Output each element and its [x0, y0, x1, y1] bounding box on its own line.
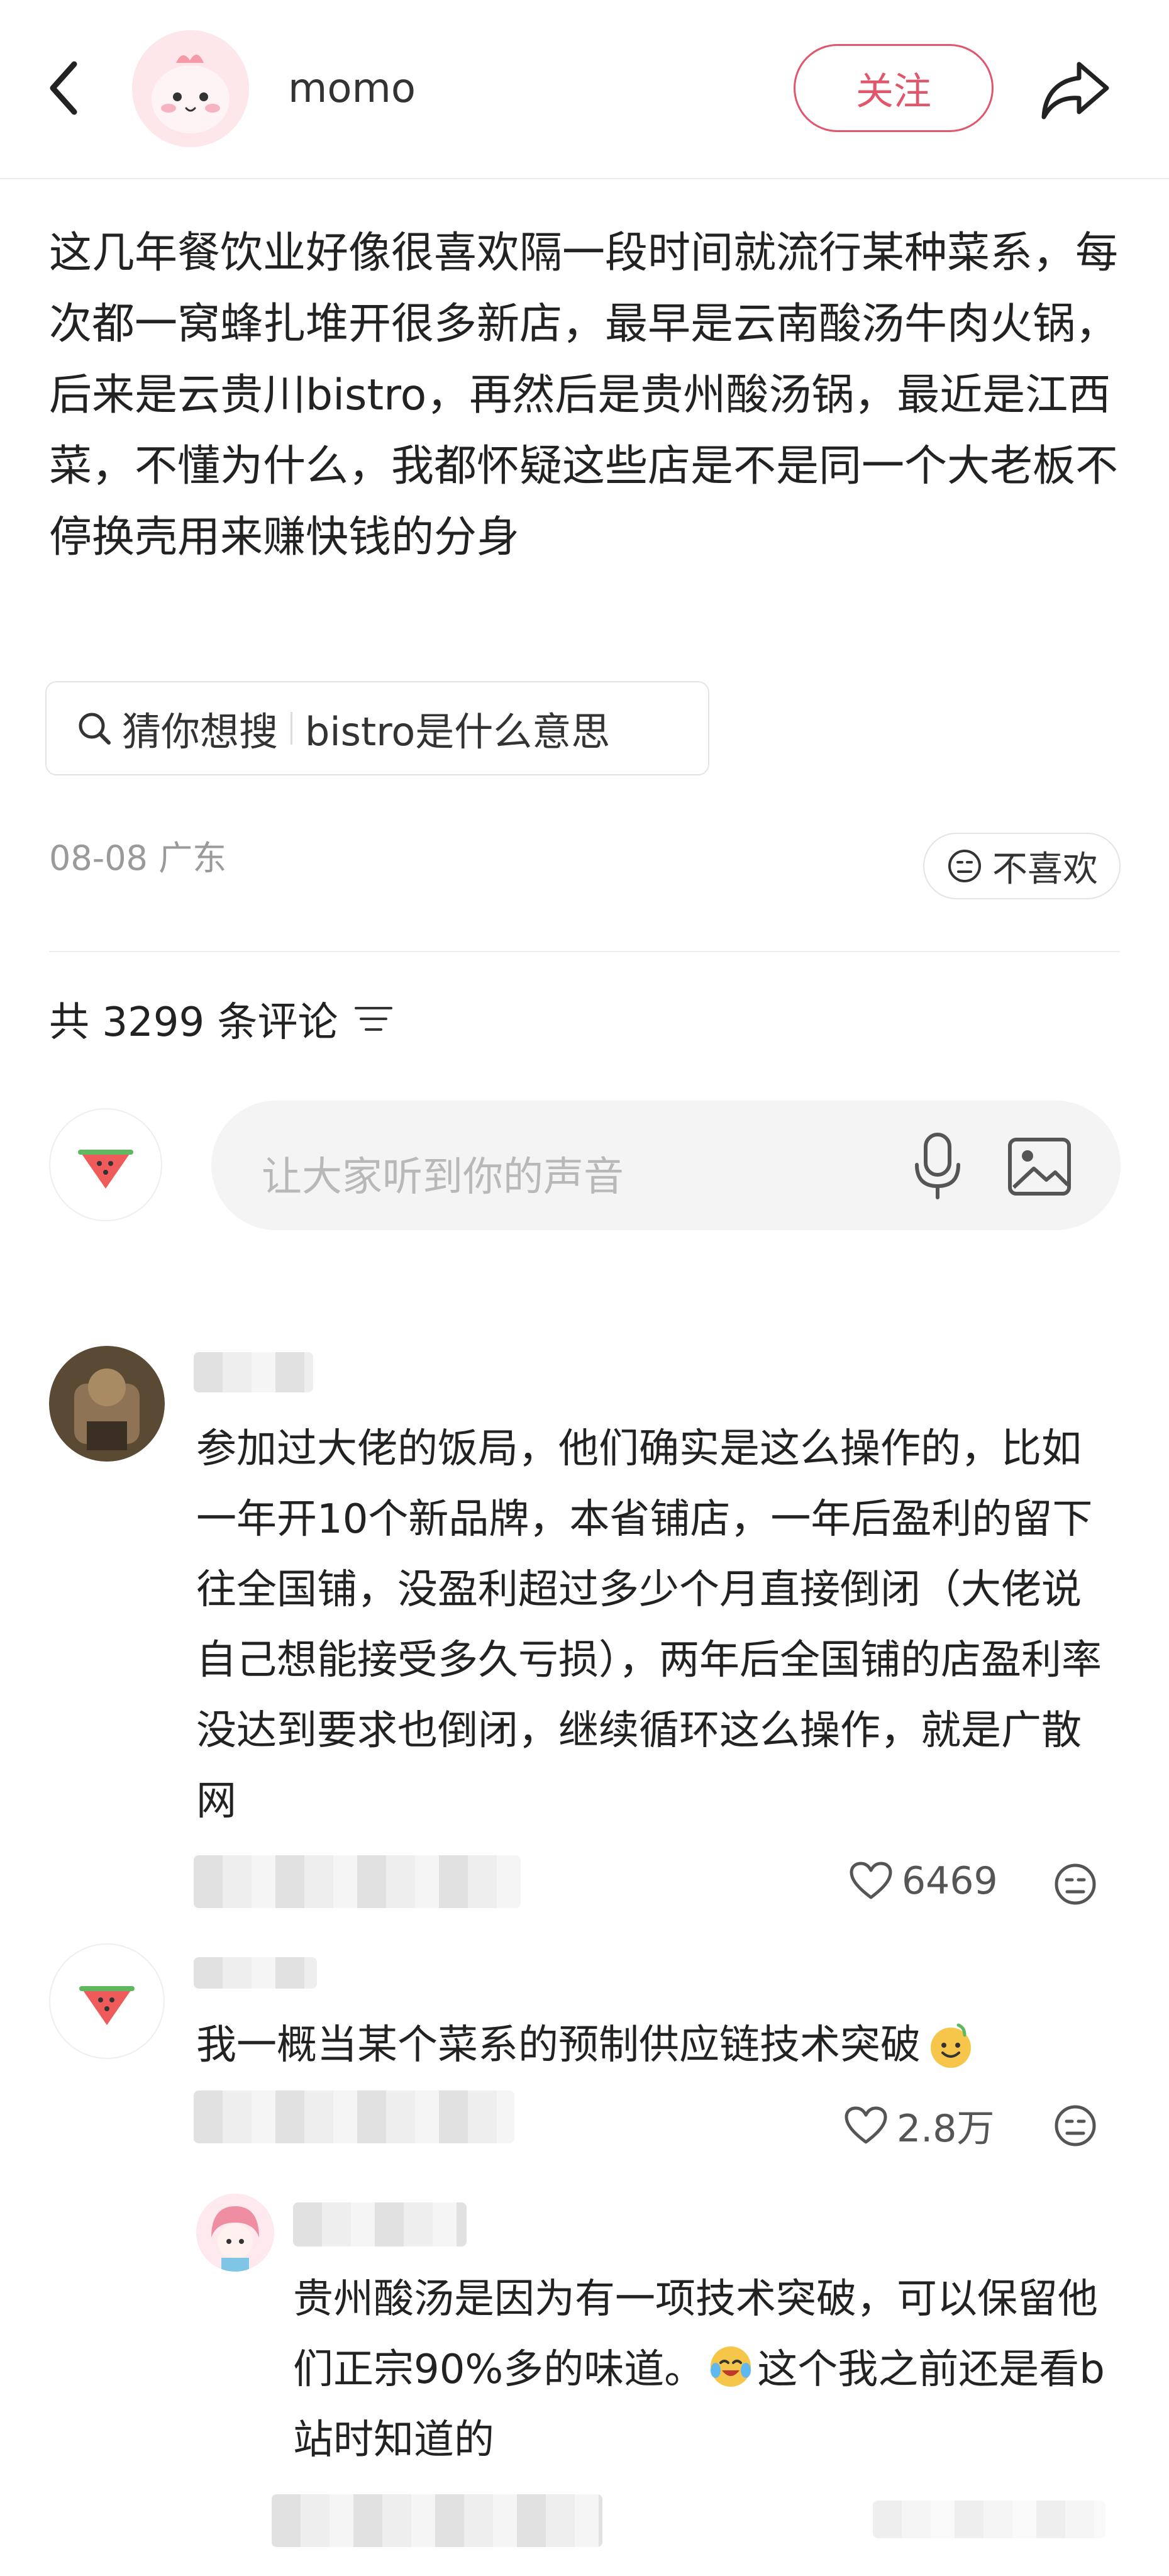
- comment-input[interactable]: 让大家听到你的声音: [211, 1101, 1121, 1230]
- smile-emoji-icon: [931, 2023, 971, 2068]
- commenter-avatar[interactable]: [49, 1346, 165, 1462]
- comment-meta-redacted: [194, 1855, 521, 1908]
- commenter-name-redacted: [194, 1352, 313, 1392]
- search-icon: [79, 713, 111, 745]
- reply-meta-redacted-right: [873, 2501, 1105, 2538]
- like-button[interactable]: 6469: [849, 1859, 998, 1903]
- like-count: 6469: [902, 1859, 998, 1903]
- share-arrow-icon: [1041, 62, 1109, 119]
- crying-laughing-emoji-icon: [711, 2346, 751, 2387]
- post-date-location: 08-08 广东: [49, 838, 227, 878]
- heart-icon: [850, 1862, 892, 1899]
- watermelon-avatar-icon: [79, 1986, 135, 2025]
- comment-count-label: 共 3299 条评论: [49, 999, 338, 1046]
- mic-icon[interactable]: [903, 1130, 972, 1202]
- sad-face-icon[interactable]: [1051, 1860, 1099, 1908]
- sad-face-icon[interactable]: [1051, 2102, 1099, 2150]
- note-detail-page: momo 关注 这几年餐饮业好像很喜欢隔一段时间就流行某种菜系，每次都一窝蜂扎堆…: [0, 0, 1169, 2576]
- top-bar: momo 关注: [0, 0, 1169, 179]
- comment-text: 我一概当某个菜系的预制供应链技术突破: [196, 2022, 921, 2068]
- comment-text: 参加过大佬的饭局，他们确实是这么操作的，比如一年开10个新品牌，本省铺店，一年后…: [196, 1426, 1102, 1824]
- back-button[interactable]: [42, 57, 92, 119]
- author-avatar[interactable]: [132, 30, 249, 147]
- commenter-name-redacted: [194, 1957, 317, 1989]
- share-button[interactable]: [1038, 55, 1113, 125]
- like-count: 2.8万: [897, 2107, 995, 2151]
- dislike-button[interactable]: 不喜欢: [923, 833, 1121, 899]
- search-prefix: 猜你想搜: [122, 709, 279, 755]
- my-avatar[interactable]: [49, 1108, 162, 1221]
- watermelon-avatar-icon: [78, 1150, 133, 1189]
- heart-icon: [845, 2106, 887, 2143]
- sad-face-icon: [948, 850, 981, 882]
- comment-count-header[interactable]: 共 3299 条评论: [49, 990, 394, 1048]
- reply-text-block: 贵州酸汤是因为有一项技术突破，可以保留他们正宗90%多的味道。 这个我之前还是看…: [293, 2264, 1123, 2475]
- replier-avatar[interactable]: [196, 2194, 274, 2272]
- comment-meta-redacted: [194, 2090, 514, 2143]
- chip-divider: [291, 712, 293, 745]
- follow-button[interactable]: 关注: [794, 44, 994, 132]
- search-suggestion-chip[interactable]: 猜你想搜 bistro是什么意思: [45, 681, 709, 775]
- image-icon[interactable]: [1005, 1132, 1074, 1201]
- search-query: bistro是什么意思: [305, 709, 611, 755]
- like-button[interactable]: 2.8万: [844, 2098, 994, 2153]
- chevron-left-icon: [50, 61, 77, 115]
- commenter-avatar[interactable]: [49, 1943, 165, 2059]
- comment-input-placeholder: 让大家听到你的声音: [262, 1154, 624, 1201]
- reply-meta-redacted: [272, 2494, 602, 2547]
- post-content: 这几年餐饮业好像很喜欢隔一段时间就流行某种菜系，每次都一窝蜂扎堆开很多新店，最早…: [49, 228, 1119, 562]
- author-name[interactable]: momo: [288, 65, 416, 112]
- replier-name-redacted: [293, 2202, 467, 2246]
- sort-lines-icon: [354, 1007, 392, 1031]
- dislike-label: 不喜欢: [992, 848, 1098, 890]
- comment-text-row: 我一概当某个菜系的预制供应链技术突破: [196, 2010, 976, 2080]
- section-divider: [49, 951, 1120, 952]
